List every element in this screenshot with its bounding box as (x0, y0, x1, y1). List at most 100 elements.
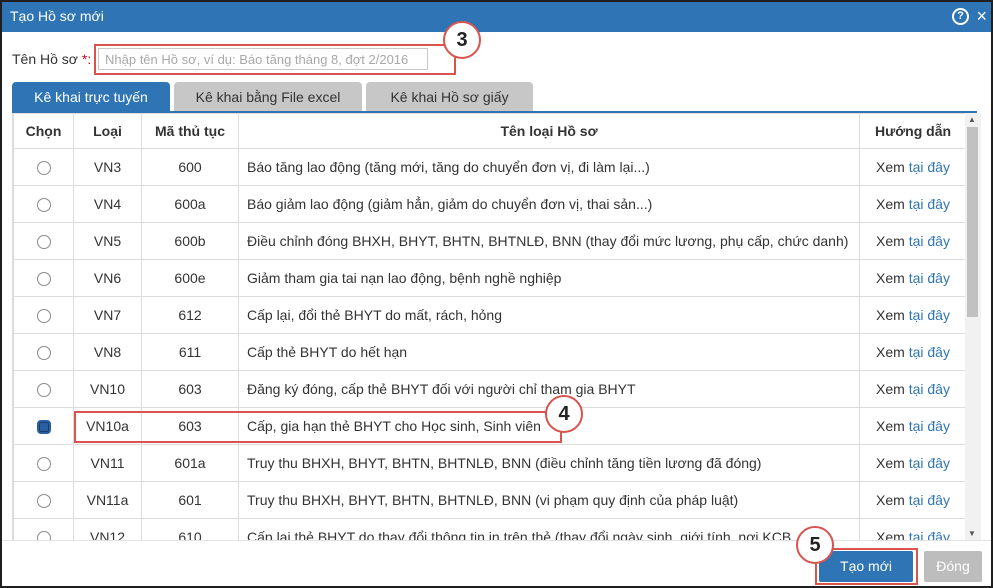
select-cell[interactable] (13, 370, 74, 408)
select-cell[interactable] (13, 222, 74, 260)
guide-link[interactable]: tại đây (909, 307, 950, 323)
close-icon[interactable]: × (976, 6, 987, 26)
record-type-name-cell: Cấp lại, đổi thẻ BHYT do mất, rách, hỏng (238, 296, 860, 334)
row-select-radio[interactable] (36, 531, 51, 540)
record-type-name-cell: Truy thu BHXH, BHYT, BHTN, BHTNLĐ, BNN (… (238, 444, 860, 482)
guide-link[interactable]: tại đây (909, 492, 950, 508)
guide-prefix: Xem (876, 344, 905, 360)
guide-cell: Xem tại đây (859, 407, 965, 445)
highlight-box-step-3 (94, 44, 456, 75)
guide-link[interactable]: tại đây (909, 270, 950, 286)
record-type-name-cell: Giảm tham gia tai nạn lao động, bệnh ngh… (238, 259, 860, 297)
tab-excel-declaration[interactable]: Kê khai bằng File excel (174, 82, 362, 112)
procedure-code-cell: 600e (141, 259, 239, 297)
procedure-code-cell: 612 (141, 296, 239, 334)
tab-paper-declaration[interactable]: Kê khai Hồ sơ giấy (366, 82, 533, 112)
select-cell[interactable] (13, 296, 74, 334)
record-type-name-cell: Báo tăng lao động (tăng mới, tăng do chu… (238, 148, 860, 186)
row-select-radio[interactable] (36, 494, 51, 509)
guide-link[interactable]: tại đây (909, 159, 950, 175)
table-row[interactable]: VN10 603 Đăng ký đóng, cấp thẻ BHYT đối vớ… (13, 370, 965, 408)
record-type-name-cell: Cấp lại thẻ BHYT do thay đổi thông tin i… (238, 518, 860, 540)
guide-prefix: Xem (876, 418, 905, 434)
select-cell[interactable] (13, 185, 74, 223)
procedure-code-cell: 601a (141, 444, 239, 482)
procedure-code-cell: 603 (141, 370, 239, 408)
row-select-radio[interactable] (36, 161, 51, 176)
record-name-label-text: Tên Hồ sơ (12, 51, 78, 67)
type-cell: VN4 (73, 185, 142, 223)
table-row[interactable]: VN6 600e Giảm tham gia tai nạn lao động, b… (13, 259, 965, 297)
record-type-table: Chọn Loại Mã thủ tục Tên loại Hồ sơ Hướn… (13, 113, 965, 540)
table-row[interactable]: VN8 611 Cấp thẻ BHYT do hết hạn Xem tại đây (13, 333, 965, 371)
guide-prefix: Xem (876, 381, 905, 397)
guide-prefix: Xem (876, 159, 905, 175)
guide-prefix: Xem (876, 529, 905, 540)
table-row[interactable]: VN11 601a Truy thu BHXH, BHYT, BHTN, BHTNL… (13, 444, 965, 482)
guide-prefix: Xem (876, 196, 905, 212)
guide-link[interactable]: tại đây (909, 381, 950, 397)
row-select-radio[interactable] (36, 420, 51, 435)
guide-prefix: Xem (876, 233, 905, 249)
help-icon[interactable]: ? (952, 8, 969, 25)
record-name-label: Tên Hồ sơ *: (12, 51, 91, 67)
table-row[interactable]: VN3 600 Báo tăng lao động (tăng mới, tăng … (13, 148, 965, 186)
select-cell[interactable] (13, 407, 74, 445)
procedure-code-cell: 600 (141, 148, 239, 186)
create-record-dialog: Tạo Hồ sơ mới ? × Tên Hồ sơ *: 3 Kê khai… (0, 0, 993, 588)
select-cell[interactable] (13, 518, 74, 540)
step-3-badge: 3 (443, 21, 481, 59)
select-cell[interactable] (13, 259, 74, 297)
type-cell: VN12 (73, 518, 142, 540)
guide-link[interactable]: tại đây (909, 344, 950, 360)
guide-cell: Xem tại đây (859, 185, 965, 223)
row-select-radio[interactable] (36, 309, 51, 324)
type-cell: VN10 (73, 370, 142, 408)
procedure-code-cell: 610 (141, 518, 239, 540)
table-row[interactable]: VN11a 601 Truy thu BHXH, BHYT, BHTN, BHTNL… (13, 481, 965, 519)
select-cell[interactable] (13, 481, 74, 519)
tab-online-declaration[interactable]: Kê khai trực tuyến (12, 82, 170, 112)
type-cell: VN6 (73, 259, 142, 297)
guide-link[interactable]: tại đây (909, 418, 950, 434)
procedure-code-cell: 601 (141, 481, 239, 519)
type-cell: VN8 (73, 333, 142, 371)
table-row[interactable]: VN4 600a Báo giảm lao động (giảm hẳn, giảm… (13, 185, 965, 223)
row-select-radio[interactable] (36, 346, 51, 361)
row-select-radio[interactable] (36, 198, 51, 213)
highlight-box-step-4 (74, 411, 562, 443)
guide-link[interactable]: tại đây (909, 196, 950, 212)
guide-link[interactable]: tại đây (909, 455, 950, 471)
row-select-radio[interactable] (36, 383, 51, 398)
guide-prefix: Xem (876, 492, 905, 508)
type-cell: VN11a (73, 481, 142, 519)
footer-divider (2, 540, 991, 541)
dialog-title: Tạo Hồ sơ mới (10, 8, 104, 24)
record-type-name-cell: Điều chỉnh đóng BHXH, BHYT, BHTN, BHTNLĐ… (238, 222, 860, 260)
table-scrollbar[interactable]: ▲ ▼ (965, 113, 981, 540)
close-button[interactable]: Đóng (924, 551, 982, 582)
row-select-radio[interactable] (36, 272, 51, 287)
scroll-down-icon[interactable]: ▼ (968, 529, 976, 538)
procedure-code-cell: 600a (141, 185, 239, 223)
record-type-name-cell: Báo giảm lao động (giảm hẳn, giảm do chu… (238, 185, 860, 223)
type-cell: VN7 (73, 296, 142, 334)
select-cell[interactable] (13, 444, 74, 482)
select-cell[interactable] (13, 148, 74, 186)
row-select-radio[interactable] (36, 235, 51, 250)
header-type: Loại (73, 113, 142, 149)
guide-cell: Xem tại đây (859, 296, 965, 334)
scrollbar-thumb[interactable] (967, 127, 978, 317)
guide-cell: Xem tại đây (859, 333, 965, 371)
guide-cell: Xem tại đây (859, 481, 965, 519)
header-procedure-code: Mã thủ tục (141, 113, 239, 149)
scroll-up-icon[interactable]: ▲ (968, 115, 976, 124)
guide-cell: Xem tại đây (859, 518, 965, 540)
guide-link[interactable]: tại đây (909, 233, 950, 249)
table-row[interactable]: VN7 612 Cấp lại, đổi thẻ BHYT do mất, rách… (13, 296, 965, 334)
header-guide: Hướng dẫn (859, 113, 965, 149)
row-select-radio[interactable] (36, 457, 51, 472)
select-cell[interactable] (13, 333, 74, 371)
table-row[interactable]: VN5 600b Điều chỉnh đóng BHXH, BHYT, BHTN,… (13, 222, 965, 260)
guide-link[interactable]: tại đây (909, 529, 950, 540)
